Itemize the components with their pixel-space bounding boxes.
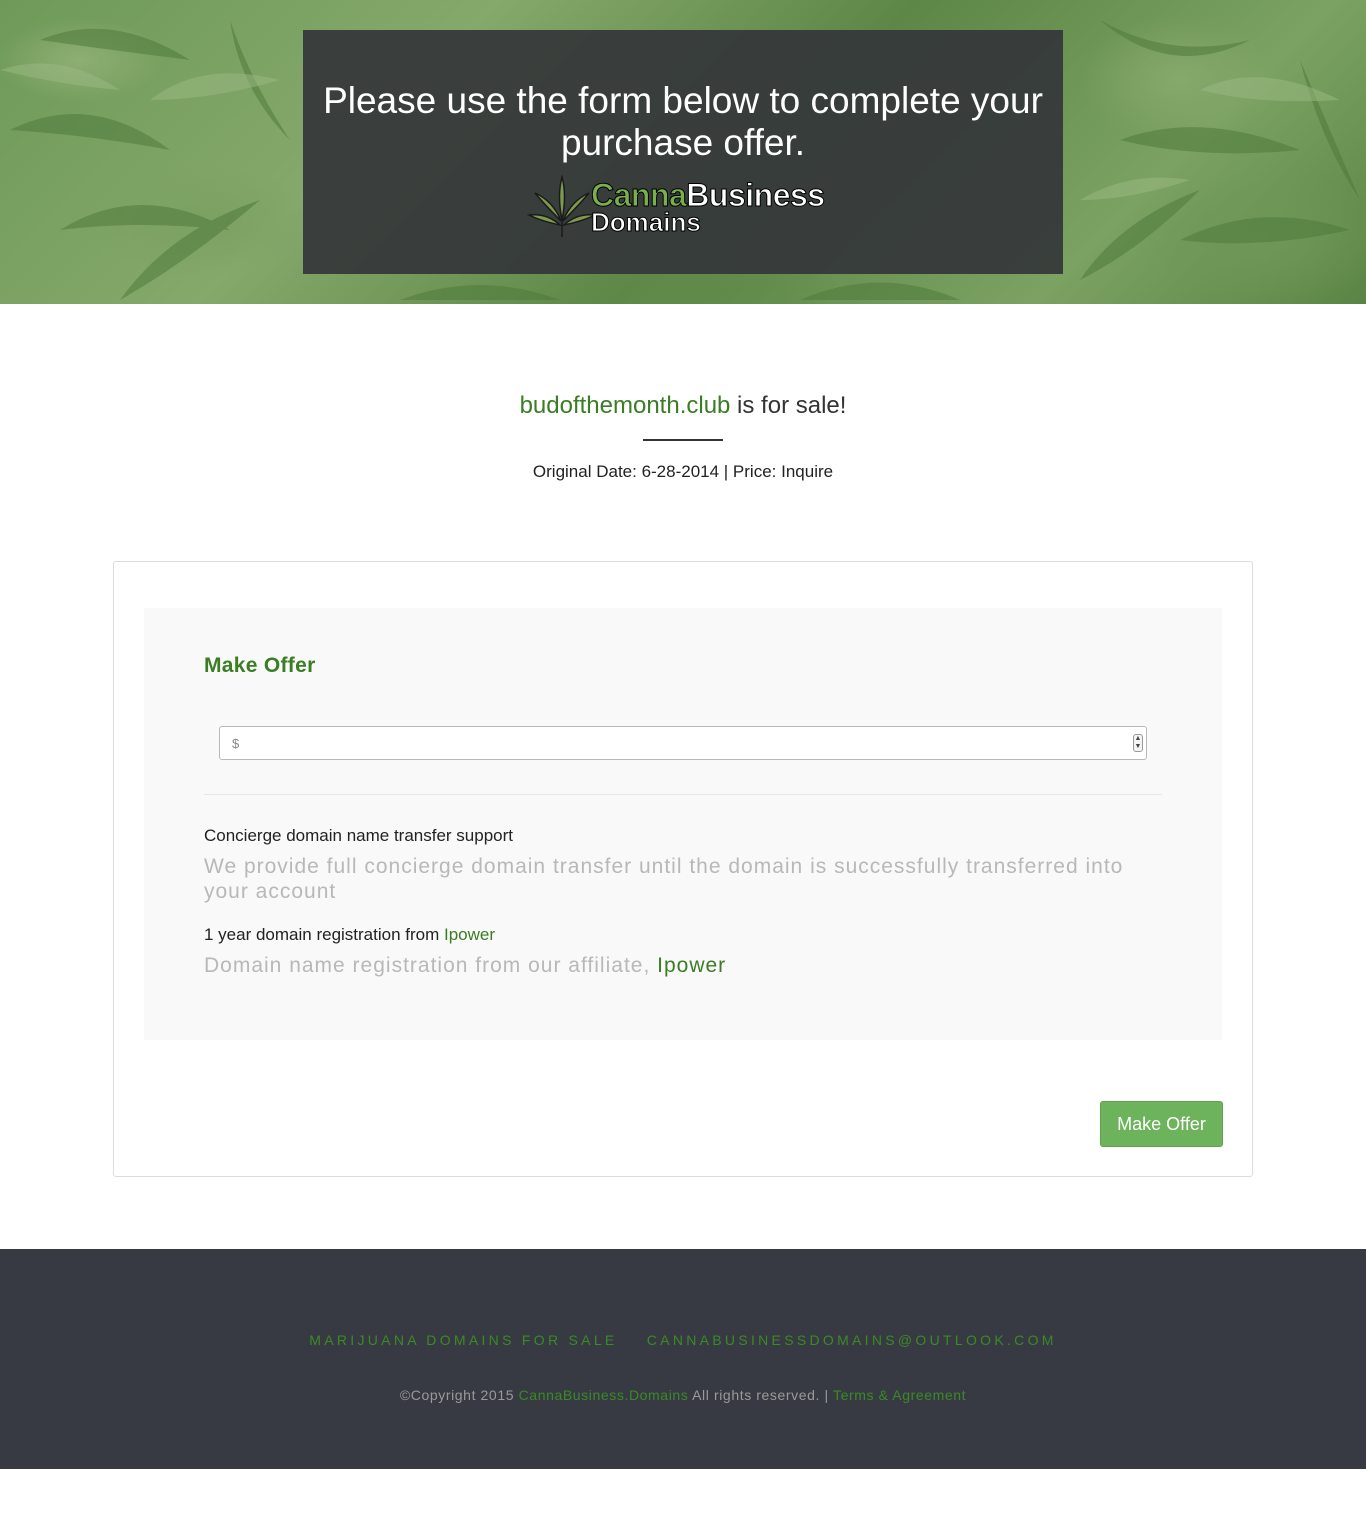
logo-business-text: Business [686, 177, 826, 214]
offer-form-body: Make Offer ▲▼ Concierge domain name tran… [144, 608, 1222, 1040]
make-offer-heading: Make Offer [204, 654, 316, 677]
listing-meta: Original Date: 6-28-2014 | Price: Inquir… [532, 462, 834, 481]
canna-business-domains-logo[interactable]: CannaBusiness Domains [527, 175, 847, 241]
footer-link-marijuana-domains[interactable]: MARIJUANA DOMAINS FOR SALE [309, 1332, 617, 1348]
feature-desc-transfer: We provide full concierge domain transfe… [204, 855, 1124, 903]
feature-desc-registration: Domain name registration from our affili… [204, 953, 1164, 978]
heading-divider [643, 439, 723, 441]
form-divider [204, 794, 1162, 795]
ipower-link[interactable]: Ipower [444, 925, 495, 944]
terms-link[interactable]: Terms & Agreement [833, 1387, 966, 1403]
make-offer-button[interactable]: Make Offer [1100, 1101, 1223, 1147]
cannabis-leaf-icon [527, 175, 597, 237]
domain-name: budofthemonth.club [519, 392, 731, 419]
footer: MARIJUANA DOMAINS FOR SALE CANNABUSINESS… [0, 1249, 1366, 1469]
hero-card: Please use the form below to complete yo… [303, 30, 1063, 274]
offer-amount-field: ▲▼ [219, 726, 1147, 760]
ipower-affiliate-link[interactable]: Ipower [657, 954, 726, 977]
feature-title-registration: 1 year domain registration from Ipower [204, 925, 495, 945]
footer-nav: MARIJUANA DOMAINS FOR SALE CANNABUSINESS… [0, 1332, 1366, 1348]
copyright-prefix: ©Copyright 2015 [399, 1387, 519, 1403]
number-spinner-icon[interactable]: ▲ ▼ [1133, 734, 1143, 752]
logo-domains-text: Domains [591, 207, 702, 238]
feature-desc-registration-text: Domain name registration from our affili… [204, 954, 658, 977]
feature-title-transfer: Concierge domain name transfer support [204, 826, 513, 845]
feature-title-registration-text: 1 year domain registration from [204, 925, 444, 944]
copyright: ©Copyright 2015 CannaBusiness.Domains Al… [0, 1387, 1366, 1403]
hero-banner: Please use the form below to complete yo… [0, 0, 1366, 304]
brand-link[interactable]: CannaBusiness.Domains [519, 1387, 689, 1403]
copyright-middle: All rights reserved. | [688, 1387, 834, 1403]
domain-for-sale-heading: budofthemonth.club is for sale! [0, 392, 1366, 420]
footer-link-email[interactable]: CANNABUSINESSDOMAINS@OUTLOOK.COM [647, 1332, 1057, 1348]
hero-title: Please use the form below to complete yo… [323, 80, 1043, 163]
offer-form-panel: Make Offer ▲▼ Concierge domain name tran… [113, 561, 1253, 1177]
for-sale-text: is for sale! [730, 392, 847, 419]
offer-amount-input[interactable] [220, 727, 1120, 759]
